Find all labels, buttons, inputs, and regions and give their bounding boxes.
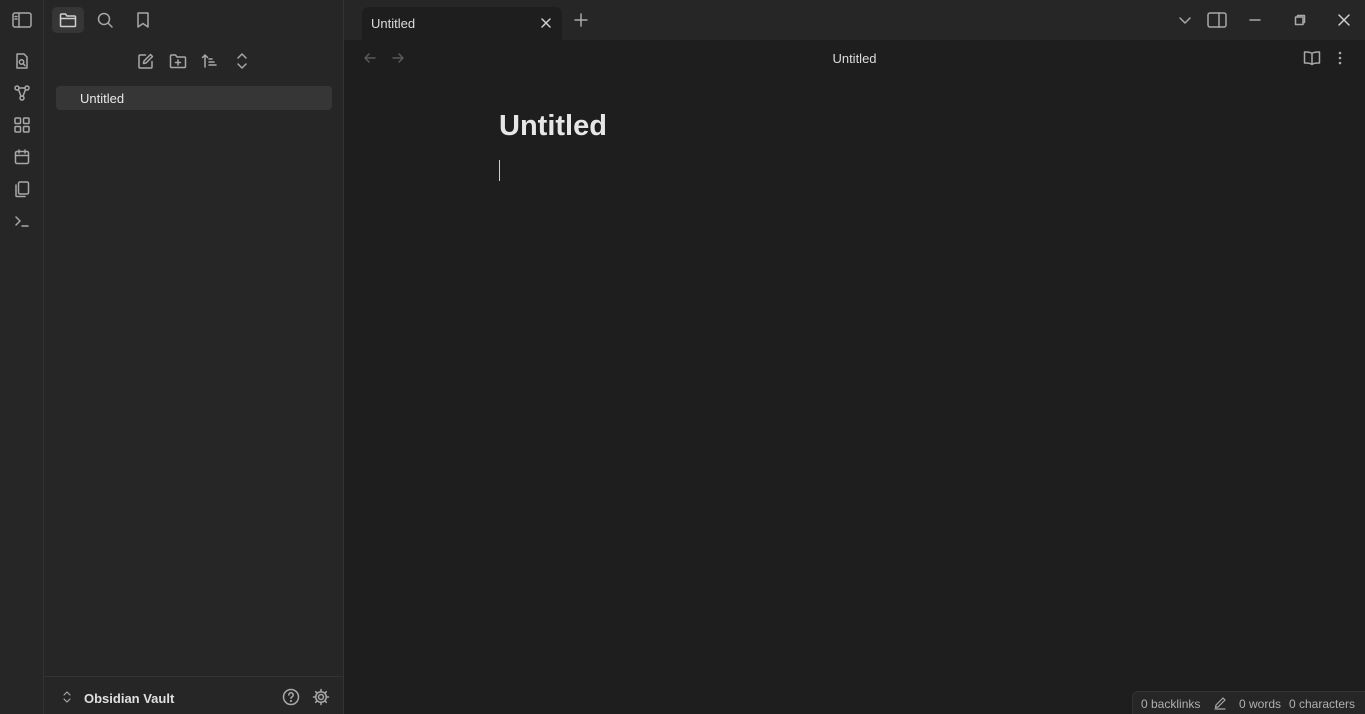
view-header: Untitled bbox=[344, 40, 1365, 76]
vault-switcher[interactable]: Obsidian Vault bbox=[44, 676, 343, 714]
close-window-button[interactable] bbox=[1333, 10, 1355, 30]
backlinks-count[interactable]: 0 backlinks bbox=[1141, 697, 1200, 711]
tab-title: Untitled bbox=[371, 16, 416, 31]
word-count: 0 words bbox=[1239, 697, 1282, 711]
status-bar: 0 backlinks 0 words 0 characters bbox=[1132, 691, 1365, 714]
tab-list-button[interactable] bbox=[1174, 10, 1196, 30]
right-sidebar-icon bbox=[1207, 12, 1227, 28]
bookmark-icon bbox=[135, 11, 151, 29]
graph-view-icon[interactable] bbox=[11, 82, 33, 104]
collapse-icon bbox=[235, 52, 249, 70]
new-note-icon bbox=[137, 52, 155, 70]
minimize-icon bbox=[1249, 14, 1261, 26]
more-vertical-icon bbox=[1337, 50, 1343, 66]
files-tab-button[interactable] bbox=[52, 7, 84, 33]
restore-icon bbox=[1294, 14, 1306, 26]
sort-button[interactable] bbox=[198, 49, 222, 73]
gear-icon bbox=[312, 688, 330, 706]
text-cursor[interactable] bbox=[499, 160, 500, 181]
close-icon bbox=[540, 17, 552, 29]
plus-icon bbox=[574, 13, 588, 27]
folder-icon bbox=[59, 12, 77, 28]
canvas-icon[interactable] bbox=[11, 114, 33, 136]
new-folder-button[interactable] bbox=[166, 49, 190, 73]
new-folder-icon bbox=[169, 53, 187, 69]
close-window-icon bbox=[1338, 14, 1350, 26]
toggle-right-sidebar-button[interactable] bbox=[1206, 10, 1228, 30]
templates-icon[interactable] bbox=[11, 178, 33, 200]
file-item-label: Untitled bbox=[80, 91, 125, 106]
more-options-button[interactable] bbox=[1330, 48, 1350, 68]
sort-icon bbox=[201, 52, 219, 70]
file-explorer-sidebar: Untitled Obsidian Vault bbox=[12, 0, 344, 714]
new-tab-button[interactable] bbox=[570, 10, 592, 30]
edit-mode-icon[interactable] bbox=[1213, 696, 1227, 710]
settings-button[interactable] bbox=[311, 687, 331, 707]
character-count: 0 characters bbox=[1289, 697, 1356, 711]
daily-note-icon[interactable] bbox=[11, 146, 33, 168]
ribbon bbox=[0, 0, 44, 714]
bookmarks-tab-button[interactable] bbox=[127, 7, 159, 33]
minimize-button[interactable] bbox=[1244, 10, 1266, 30]
restore-button[interactable] bbox=[1289, 10, 1311, 30]
reading-view-button[interactable] bbox=[1302, 48, 1322, 68]
collapse-all-button[interactable] bbox=[230, 49, 254, 73]
file-item-untitled[interactable]: Untitled bbox=[56, 86, 332, 110]
vault-name: Obsidian Vault bbox=[84, 691, 175, 706]
tab-untitled[interactable]: Untitled bbox=[362, 7, 562, 40]
sidebar-toggle-icon bbox=[12, 12, 32, 28]
book-open-icon bbox=[1303, 50, 1321, 66]
help-button[interactable] bbox=[281, 687, 301, 707]
search-tab-button[interactable] bbox=[89, 7, 121, 33]
open-quick-switcher-icon[interactable] bbox=[11, 50, 33, 72]
note-title[interactable]: Untitled bbox=[499, 110, 607, 143]
sidebar-toggle-button[interactable] bbox=[6, 7, 38, 33]
search-icon bbox=[96, 11, 114, 29]
close-tab-button[interactable] bbox=[538, 15, 554, 31]
tab-bar: Untitled bbox=[344, 0, 1365, 40]
new-note-button[interactable] bbox=[134, 49, 158, 73]
view-title[interactable]: Untitled bbox=[344, 51, 1365, 66]
vault-switch-chevron-icon bbox=[62, 690, 72, 704]
command-palette-icon[interactable] bbox=[11, 210, 33, 232]
help-icon bbox=[282, 688, 300, 706]
chevron-down-icon bbox=[1178, 15, 1192, 25]
